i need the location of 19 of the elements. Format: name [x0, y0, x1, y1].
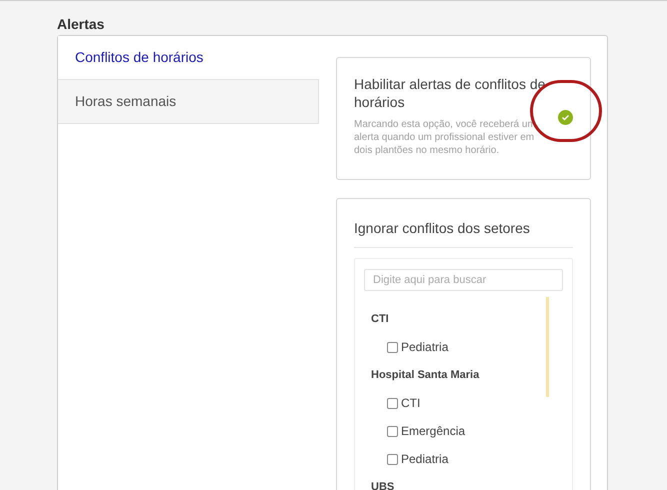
- sidebar-item[interactable]: Conflitos de horários: [58, 36, 319, 80]
- toggle-checkmark[interactable]: [558, 110, 573, 125]
- check-icon: [561, 113, 570, 122]
- checkbox[interactable]: [387, 398, 398, 408]
- checkbox[interactable]: [387, 342, 398, 352]
- sector-option: Pediatria: [401, 450, 448, 468]
- sector-option: CTI: [401, 394, 420, 412]
- sector-group: CTI: [371, 310, 389, 328]
- checkbox[interactable]: [387, 426, 398, 436]
- sidebar-item[interactable]: Horas semanais: [58, 80, 319, 124]
- scrollbar-icon: [546, 297, 549, 397]
- sector-group: UBS: [371, 478, 394, 490]
- sector-option: Emergência: [401, 422, 466, 440]
- sector-group: Hospital Santa Maria: [371, 366, 480, 384]
- sector-option: Pediatria: [401, 338, 448, 356]
- section-title: Alertas: [57, 16, 104, 32]
- search-field[interactable]: Digite aqui para buscar: [364, 269, 563, 291]
- card-title: Ignorar conflitos dos setores: [354, 218, 573, 248]
- checkbox[interactable]: [387, 454, 398, 464]
